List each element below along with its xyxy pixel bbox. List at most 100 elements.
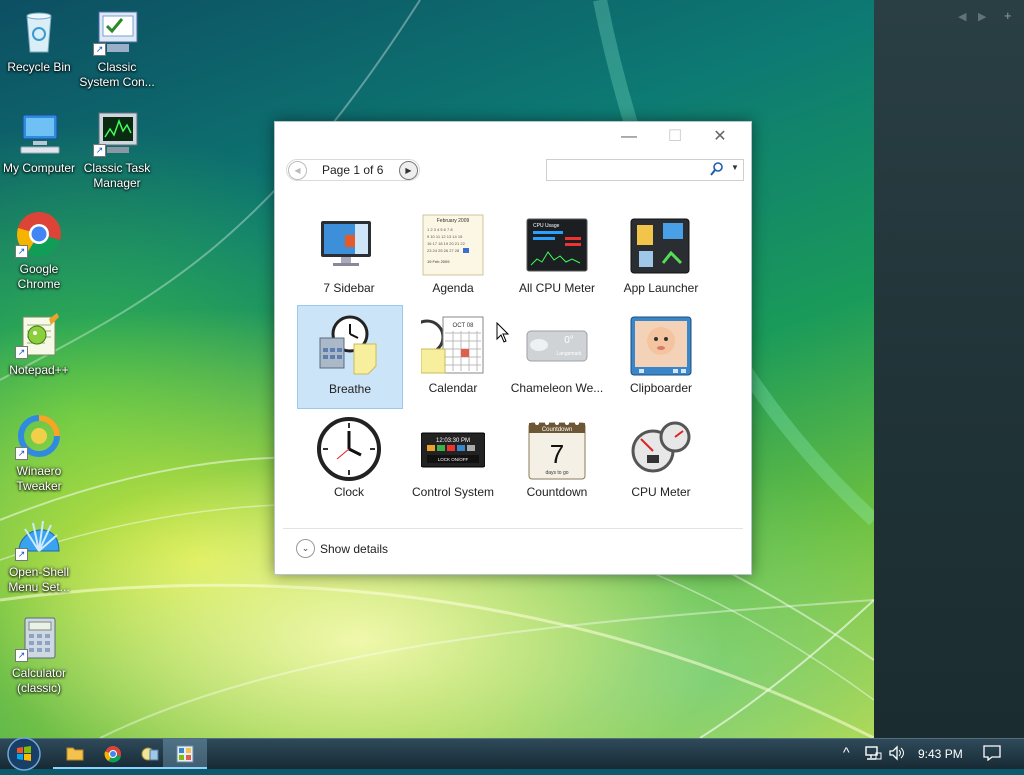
- analog-clock-icon: [317, 417, 381, 481]
- minimize-button[interactable]: —: [615, 126, 643, 148]
- network-icon[interactable]: [864, 745, 882, 764]
- desktop-icon-calculator-classic[interactable]: ↗ Calculator (classic): [0, 614, 79, 696]
- desktop-icon-label: Google Chrome: [17, 262, 61, 291]
- task-manager-icon: ↗: [93, 109, 141, 157]
- shortcut-arrow-icon: ↗: [93, 144, 106, 157]
- panel-prev-icon[interactable]: ◀: [958, 10, 966, 23]
- desktop-icon-label: Calculator (classic): [11, 666, 67, 695]
- gadget-name: Agenda: [432, 281, 474, 295]
- gadget-tile[interactable]: 12:03:30 PM LOCK ON/OFF Control System: [401, 409, 505, 511]
- clipboarder-photo-icon: [629, 313, 693, 377]
- calculator-icon: ↗: [15, 614, 63, 662]
- gadget-tile[interactable]: CPU Meter: [609, 409, 713, 511]
- search-input[interactable]: [549, 161, 703, 179]
- countdown-title: Countdown: [542, 427, 572, 433]
- gadget-name: App Launcher: [623, 281, 699, 295]
- start-button[interactable]: [4, 736, 44, 772]
- countdown-value: 7: [550, 439, 564, 469]
- gadget-name: Clipboarder: [629, 381, 693, 395]
- desktop-icon-recycle-bin[interactable]: Recycle Bin: [0, 8, 79, 75]
- gadget-tile[interactable]: 0° Langemark Chameleon We...: [505, 305, 609, 407]
- gadget-name: All CPU Meter: [518, 281, 595, 295]
- action-center-icon[interactable]: [983, 745, 1001, 764]
- sidebar-monitor-icon: [317, 213, 381, 277]
- shortcut-arrow-icon: ↗: [15, 649, 28, 662]
- gadget-tile[interactable]: February 2009 1 2 3 4 5 6 7 8 9 10 11 12 …: [401, 205, 505, 307]
- previous-page-button[interactable]: ◀: [288, 161, 307, 180]
- search-field[interactable]: ▼: [546, 159, 744, 181]
- desktop-icon-label: Notepad++: [9, 363, 69, 377]
- gadget-tile[interactable]: 7 Sidebar: [297, 205, 401, 307]
- desktop-icon-label: My Computer: [2, 161, 76, 175]
- desktop-icon-label: Winaero Tweaker: [16, 464, 62, 493]
- breathe-clock-icon: [318, 314, 382, 378]
- show-details-toggle[interactable]: ⌄ Show details: [296, 539, 388, 558]
- close-button[interactable]: ✕: [706, 126, 734, 148]
- gadget-tile[interactable]: OCT 08 Calendar: [401, 305, 505, 407]
- shortcut-arrow-icon: ↗: [15, 447, 28, 460]
- gadget-tile[interactable]: Clock: [297, 409, 401, 511]
- control-system-icon: 12:03:30 PM LOCK ON/OFF: [420, 417, 486, 481]
- computer-icon: [15, 109, 63, 157]
- agenda-calendar-icon: February 2009 1 2 3 4 5 6 7 8 9 10 11 12 …: [421, 213, 485, 277]
- agenda-date: 19 Feb 2009: [427, 259, 450, 264]
- panel-next-icon[interactable]: ▶: [978, 10, 986, 23]
- control-panel-icon: ↗: [93, 8, 141, 56]
- control-system-lock: LOCK ON/OFF: [438, 457, 469, 462]
- cpu-usage-title: CPU Usage: [533, 223, 560, 229]
- search-dropdown-icon[interactable]: ▼: [731, 163, 739, 172]
- search-icon[interactable]: [710, 161, 724, 180]
- show-hidden-icons-chevron-icon[interactable]: ^: [843, 744, 850, 760]
- gadget-name: Breathe: [328, 382, 372, 396]
- weather-temp: 0°: [564, 335, 574, 346]
- desktop-icon-label: Recycle Bin: [7, 60, 71, 74]
- shortcut-arrow-icon: ↗: [15, 346, 28, 359]
- shortcut-arrow-icon: ↗: [93, 43, 106, 56]
- app-launcher-icon: [629, 213, 693, 277]
- calendar-month: OCT 08: [453, 323, 475, 329]
- separator: [283, 528, 743, 529]
- next-page-button[interactable]: ▶: [399, 161, 418, 180]
- chrome-icon: [104, 745, 122, 766]
- desktop-icon-label: Classic System Con...: [79, 60, 155, 89]
- mouse-cursor-icon: [496, 321, 510, 347]
- desktop-icon-label: Classic Task Manager: [83, 161, 151, 190]
- gadget-tile[interactable]: Countdown 7 days to go Countdown: [505, 409, 609, 511]
- svg-text:23 24 25 26 27 28: 23 24 25 26 27 28: [427, 248, 460, 253]
- countdown-icon: Countdown 7 days to go: [525, 417, 589, 481]
- volume-icon[interactable]: [888, 745, 906, 764]
- gadgets-icon: [141, 746, 159, 765]
- taskbar-gadget-gallery[interactable]: [163, 739, 207, 769]
- cpu-usage-icon: CPU Usage: [525, 213, 589, 277]
- desktop-icon-notepad-plus-plus[interactable]: ↗ Notepad++: [0, 311, 79, 378]
- file-explorer-icon: [66, 745, 84, 764]
- panel-add-icon[interactable]: +: [1004, 8, 1012, 23]
- chrome-icon: ↗: [15, 210, 63, 258]
- gadget-tile[interactable]: CPU Usage All CPU Meter: [505, 205, 609, 307]
- gadget-name: Clock: [333, 485, 364, 499]
- recycle-bin-icon: [15, 8, 63, 56]
- chevron-down-icon[interactable]: ⌄: [296, 539, 315, 558]
- taskbar: ^ 9:43 PM: [0, 736, 1024, 772]
- gadget-tile[interactable]: Clipboarder: [609, 305, 713, 407]
- desktop-icon-google-chrome[interactable]: ↗ Google Chrome: [0, 210, 79, 292]
- taskbar-clock[interactable]: 9:43 PM: [918, 747, 963, 761]
- gadget-tile[interactable]: App Launcher: [609, 205, 713, 307]
- side-panel: ◀ ▶ +: [874, 0, 1024, 738]
- page-label: Page 1 of 6: [322, 163, 384, 177]
- shortcut-arrow-icon: ↗: [15, 245, 28, 258]
- desktop-icon-open-shell[interactable]: ↗ Open-Shell Menu Set...: [0, 513, 79, 595]
- winaero-tweaker-icon: ↗: [15, 412, 63, 460]
- desktop-icon-classic-system-control[interactable]: ↗ Classic System Con...: [77, 8, 157, 90]
- svg-text:1 2 3 4 5 6 7 8: 1 2 3 4 5 6 7 8: [427, 227, 453, 232]
- gallery-icon: [176, 745, 194, 766]
- desktop-icon-winaero-tweaker[interactable]: ↗ Winaero Tweaker: [0, 412, 79, 494]
- countdown-caption: days to go: [545, 470, 568, 476]
- desktop-icon-label: Open-Shell Menu Set...: [8, 565, 70, 594]
- gadget-name: Countdown: [526, 485, 588, 499]
- gadget-tile-selected[interactable]: Breathe: [297, 305, 403, 409]
- weather-icon: 0° Langemark: [525, 313, 589, 377]
- desktop-icon-my-computer[interactable]: My Computer: [0, 109, 79, 176]
- desktop-icon-classic-task-manager[interactable]: ↗ Classic Task Manager: [77, 109, 157, 191]
- gadget-name: Calendar: [428, 381, 478, 395]
